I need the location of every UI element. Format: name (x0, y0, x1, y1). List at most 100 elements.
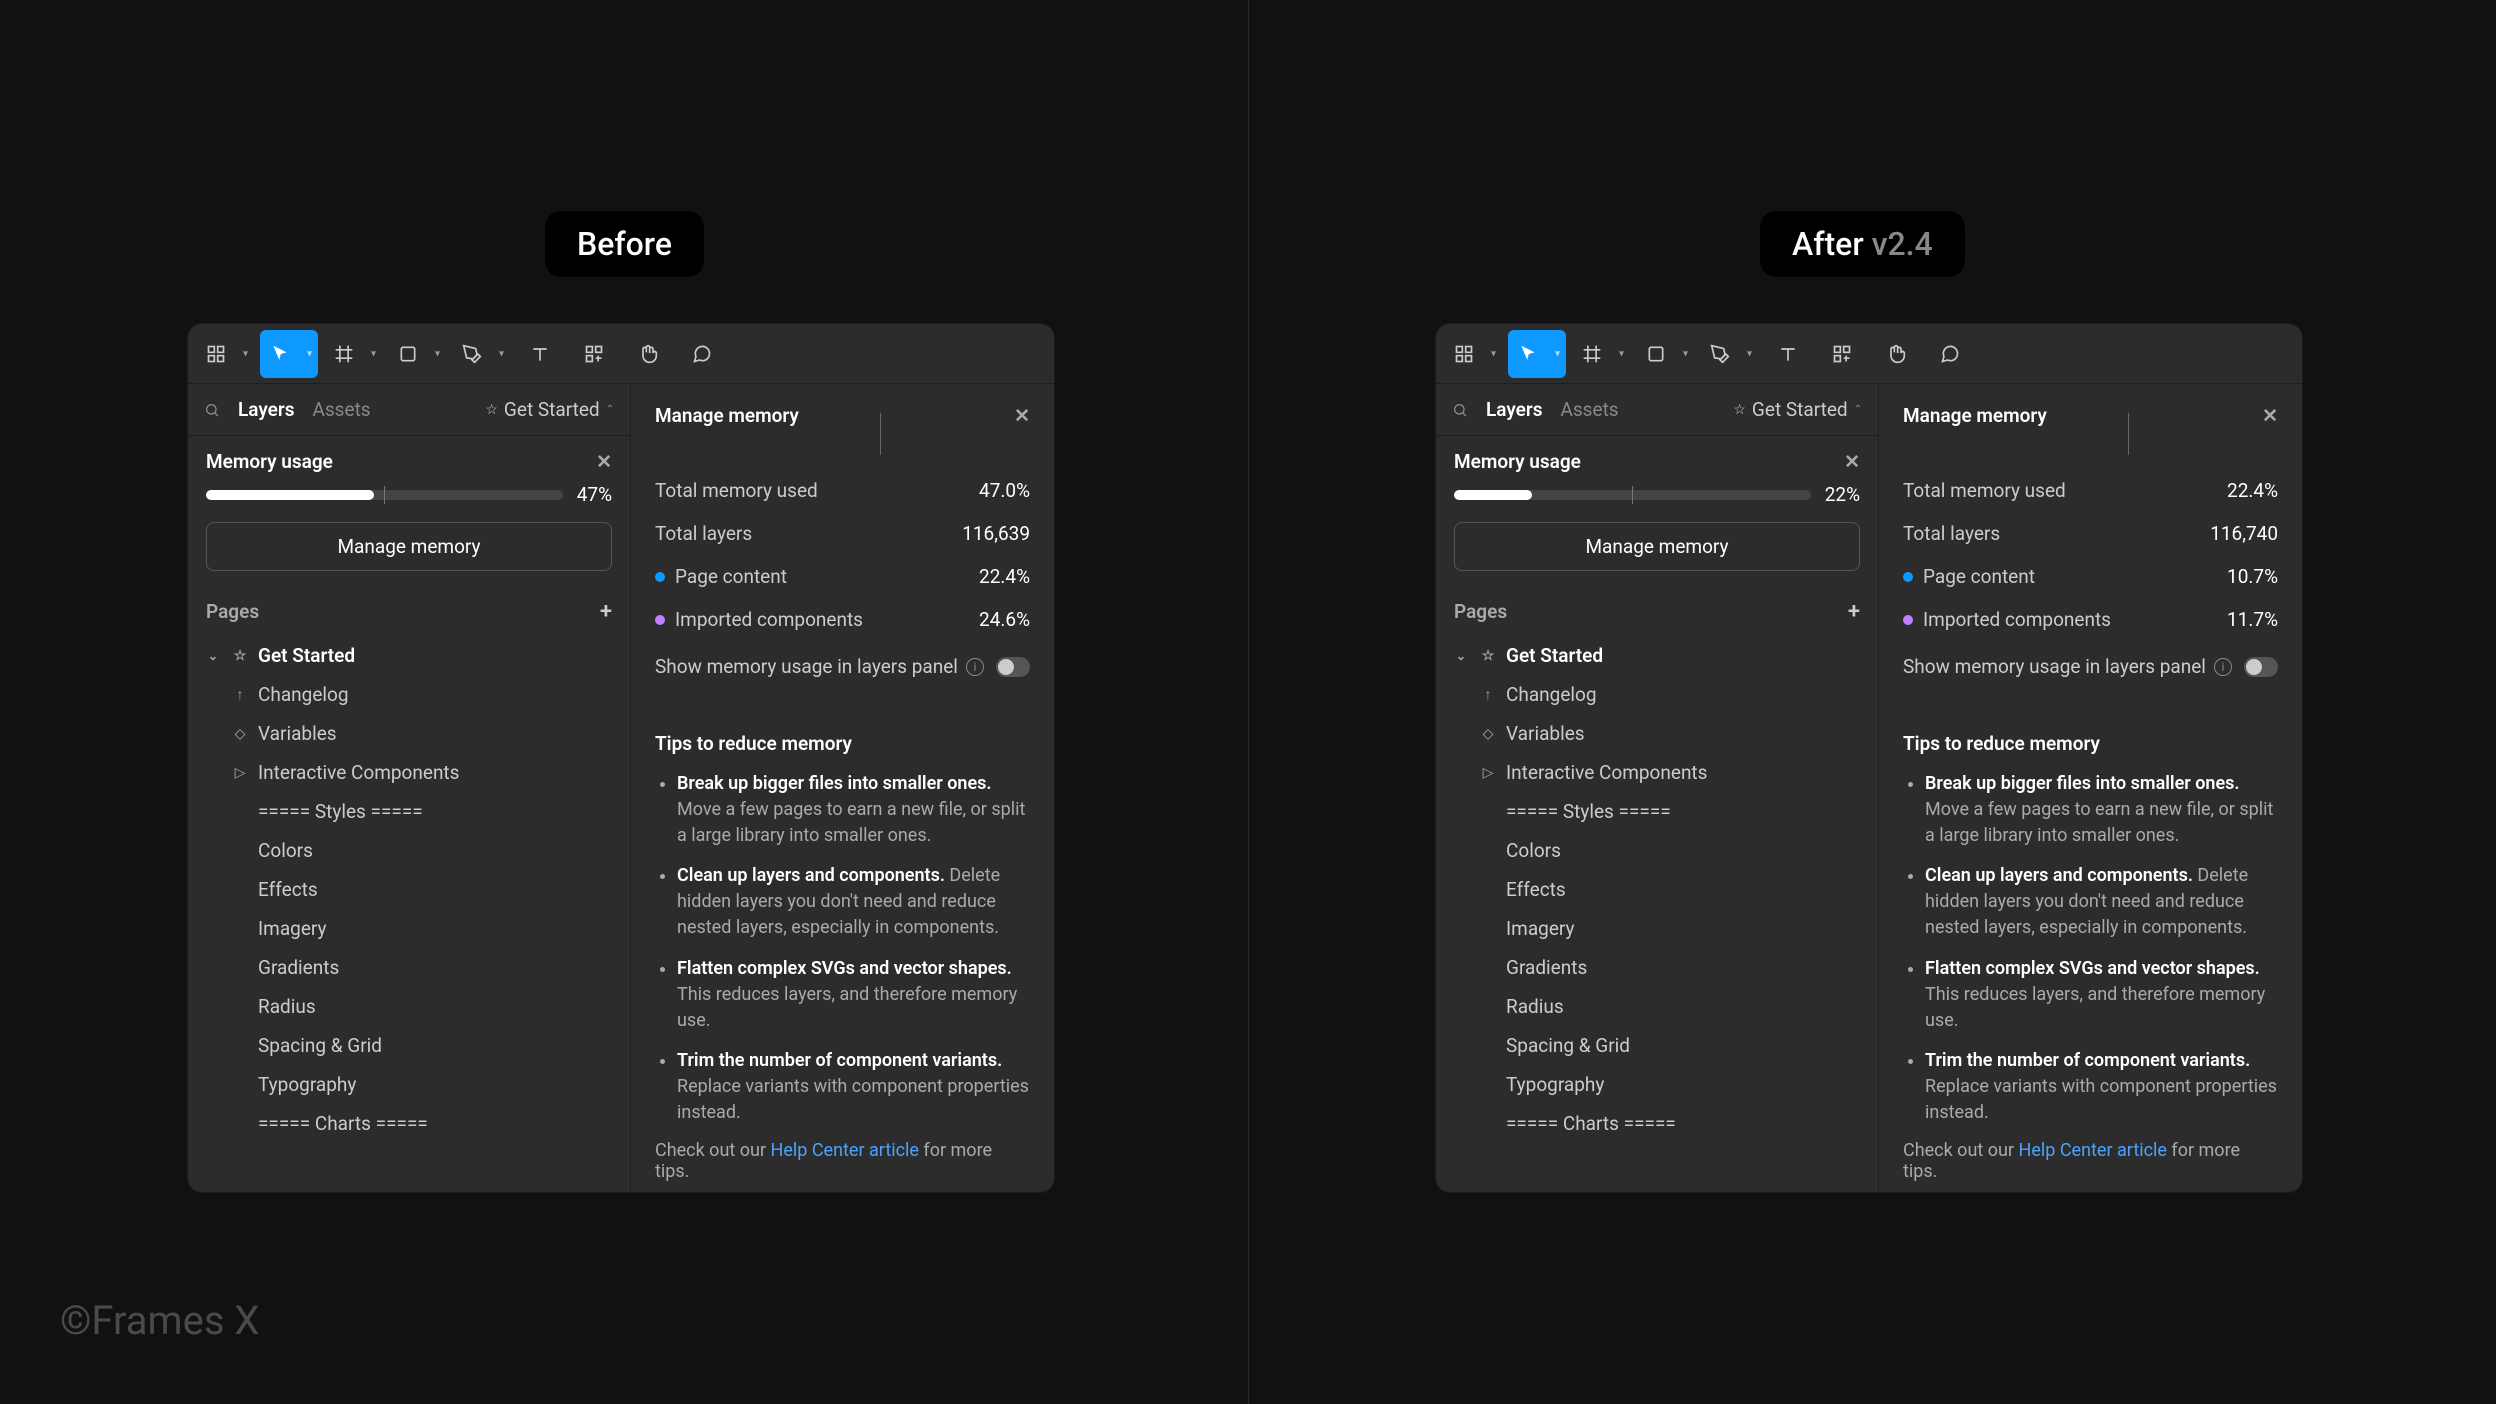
page-label: Changelog (1506, 683, 1597, 706)
assets-tab[interactable]: Assets (312, 398, 370, 421)
layers-tab[interactable]: Layers (1486, 398, 1542, 421)
hand-tool-button[interactable] (1872, 330, 1920, 378)
shape-tool-button[interactable]: ▾ (388, 330, 446, 378)
after-label: After v2.4 (1760, 211, 1965, 277)
page-label: Typography (1506, 1073, 1604, 1096)
page-item[interactable]: ◇Variables (196, 714, 622, 753)
manage-memory-button[interactable]: Manage memory (1454, 522, 1860, 571)
hand-tool-button[interactable] (624, 330, 672, 378)
page-icon: ↑ (1480, 686, 1496, 703)
pen-tool-button[interactable]: ▾ (1700, 330, 1758, 378)
page-label: Colors (258, 839, 313, 862)
total-layers-label: Total layers (655, 522, 752, 545)
main-menu-button[interactable]: ▾ (1444, 330, 1502, 378)
page-item[interactable]: ===== Styles ===== (196, 792, 622, 831)
total-memory-label: Total memory used (1903, 479, 2066, 502)
page-label: Gradients (1506, 956, 1587, 979)
comment-tool-button[interactable] (1926, 330, 1974, 378)
page-label: ===== Styles ===== (1506, 800, 1671, 823)
page-item[interactable]: ◇ Variables (1444, 714, 1870, 753)
info-icon[interactable]: i (2214, 658, 2232, 676)
add-page-icon[interactable]: + (600, 599, 612, 624)
page-label: Changelog (258, 683, 349, 706)
page-label: Get Started (258, 644, 355, 667)
page-label: ===== Styles ===== (258, 800, 423, 823)
page-item[interactable]: Radius (196, 987, 622, 1026)
page-item[interactable]: Colors (1444, 831, 1870, 870)
close-panel-icon[interactable]: ✕ (2262, 404, 2278, 427)
close-memory-icon[interactable]: ✕ (1844, 450, 1860, 473)
page-label: Imagery (258, 917, 327, 940)
total-memory-label: Total memory used (655, 479, 818, 502)
layers-tab[interactable]: Layers (238, 398, 294, 421)
add-page-icon[interactable]: + (1848, 599, 1860, 624)
panel-title: Manage memory (1903, 404, 2047, 427)
page-item[interactable]: ===== Charts ===== (1444, 1104, 1870, 1143)
resources-button[interactable] (1818, 330, 1866, 378)
comment-tool-button[interactable] (678, 330, 726, 378)
search-icon[interactable] (204, 402, 220, 418)
page-item[interactable]: Typography (196, 1065, 622, 1104)
main-menu-button[interactable]: ▾ (196, 330, 254, 378)
page-label: Variables (1506, 722, 1585, 745)
page-item[interactable]: Gradients (196, 948, 622, 987)
page-item[interactable]: ▷ Interactive Components (196, 753, 622, 792)
page-icon: ▷ (232, 765, 248, 781)
page-label: Get Started (1506, 644, 1603, 667)
resources-button[interactable] (570, 330, 618, 378)
toggle-label: Show memory usage in layers panel (655, 655, 958, 678)
layers-panel-toggle[interactable] (996, 657, 1030, 677)
tip-item: Trim the number of component variants. R… (677, 1048, 1030, 1126)
page-label: ===== Charts ===== (258, 1112, 428, 1135)
page-item[interactable]: ⌄☆Get Started (196, 636, 622, 675)
page-item[interactable]: Effects (1444, 870, 1870, 909)
help-center-link[interactable]: Help Center article (770, 1140, 918, 1161)
info-icon[interactable]: i (966, 658, 984, 676)
file-name-dropdown[interactable]: ☆ Get Started ⌃ (1733, 398, 1862, 421)
frame-tool-button[interactable]: ▾ (1572, 330, 1630, 378)
page-item[interactable]: Effects (196, 870, 622, 909)
page-label: ===== Charts ===== (1506, 1112, 1676, 1135)
pages-label: Pages (1454, 600, 1507, 623)
page-item[interactable]: ▷Interactive Components (1444, 753, 1870, 792)
credit-text: ©Frames X (60, 1297, 260, 1344)
text-tool-button[interactable] (516, 330, 564, 378)
text-tool-button[interactable] (1764, 330, 1812, 378)
page-item[interactable]: ===== Charts ===== (196, 1104, 622, 1143)
center-divider (1248, 0, 1249, 1404)
assets-tab[interactable]: Assets (1560, 398, 1618, 421)
page-item[interactable]: ↑Changelog (196, 675, 622, 714)
page-item[interactable]: Imagery (196, 909, 622, 948)
file-name-dropdown[interactable]: ☆ Get Started ⌃ (485, 398, 614, 421)
page-item[interactable]: Spacing & Grid (1444, 1026, 1870, 1065)
left-panel: Layers Assets ☆ Get Started ⌃ Memory usa… (1436, 384, 1879, 1192)
frame-tool-button[interactable]: ▾ (324, 330, 382, 378)
close-panel-icon[interactable]: ✕ (1014, 404, 1030, 427)
move-tool-button[interactable]: ▾ (260, 330, 318, 378)
shape-tool-button[interactable]: ▾ (1636, 330, 1694, 378)
pen-tool-button[interactable]: ▾ (452, 330, 510, 378)
move-tool-button[interactable]: ▾ (1508, 330, 1566, 378)
page-item[interactable]: ===== Styles ===== (1444, 792, 1870, 831)
page-item[interactable]: Typography (1444, 1065, 1870, 1104)
help-center-link[interactable]: Help Center article (2018, 1140, 2166, 1161)
search-icon[interactable] (1452, 402, 1468, 418)
manage-memory-panel: Manage memory ✕ Total memory used 22.4% … (1879, 384, 2302, 1192)
imported-label: Imported components (675, 608, 863, 631)
page-item[interactable]: Radius (1444, 987, 1870, 1026)
memory-percent: 22% (1825, 483, 1860, 506)
pages-list: ⌄☆Get Started↑Changelog◇Variables ▷ Intera… (188, 636, 630, 1143)
manage-memory-button[interactable]: Manage memory (206, 522, 612, 571)
close-memory-icon[interactable]: ✕ (596, 450, 612, 473)
page-item[interactable]: Spacing & Grid (196, 1026, 622, 1065)
page-item[interactable]: ⌄☆Get Started (1444, 636, 1870, 675)
figma-window-after: ▾ ▾ ▾ ▾ ▾ (1436, 324, 2302, 1192)
page-item[interactable]: Colors (196, 831, 622, 870)
page-item[interactable]: Imagery (1444, 909, 1870, 948)
page-icon: ◇ (1480, 726, 1496, 742)
page-label: Interactive Components (258, 761, 459, 784)
page-item[interactable]: ↑ Changelog (1444, 675, 1870, 714)
layers-panel-toggle[interactable] (2244, 657, 2278, 677)
page-item[interactable]: Gradients (1444, 948, 1870, 987)
left-panel: Layers Assets ☆ Get Started ⌃ Memory usa… (188, 384, 631, 1192)
